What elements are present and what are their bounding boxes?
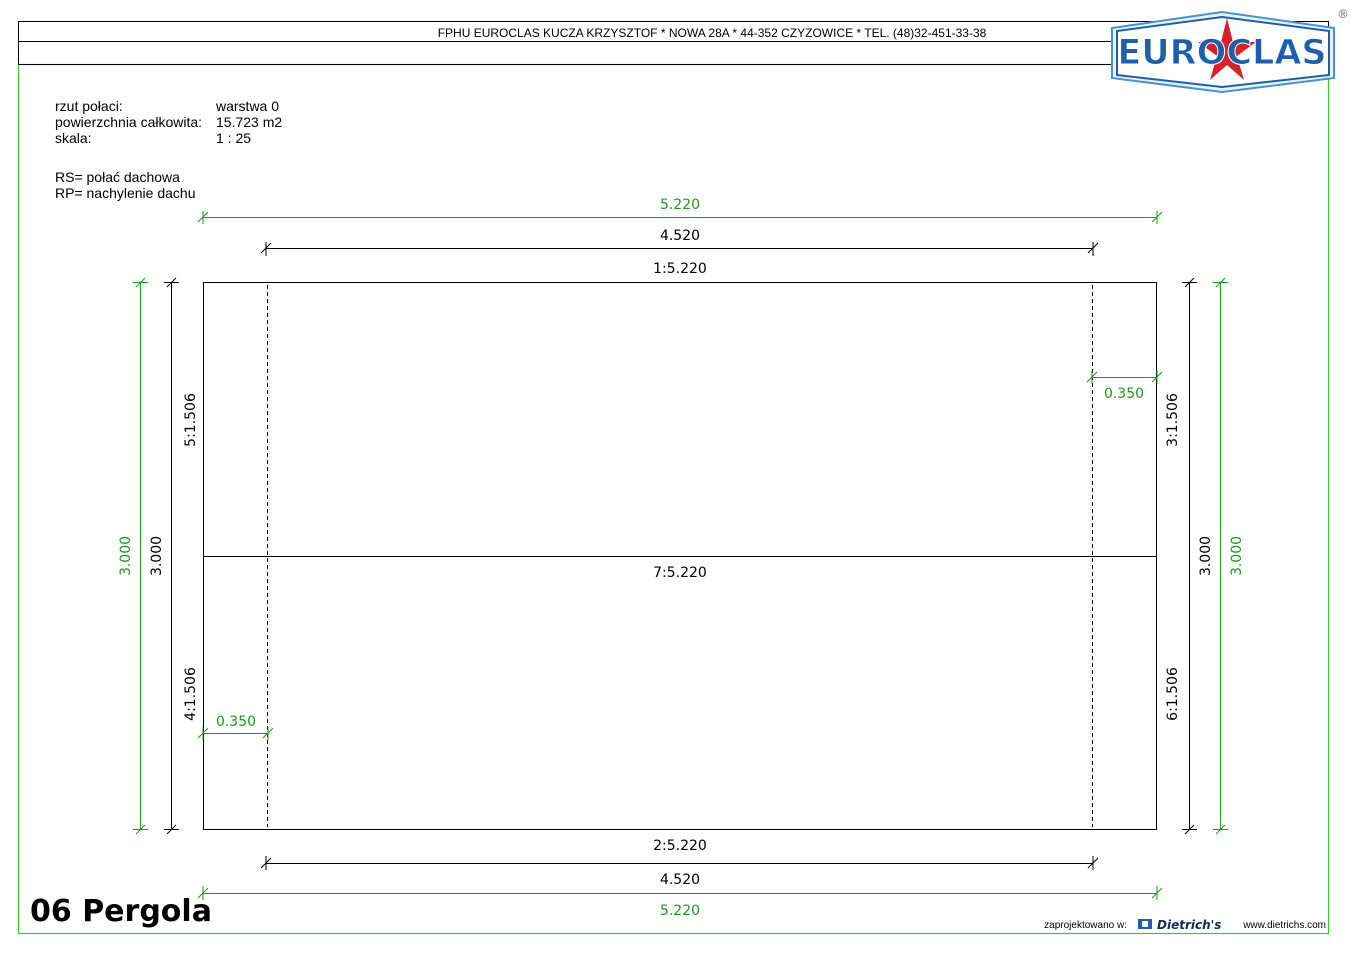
dim-top-overall: 5.220 xyxy=(197,197,1163,224)
svg-text:3.000: 3.000 xyxy=(149,536,165,576)
legend-item: RP= nachylenie dachu xyxy=(55,185,196,201)
svg-text:3.000: 3.000 xyxy=(1229,536,1245,576)
dim-bottom-inner: 4.520 xyxy=(260,856,1099,888)
edge-label-bottom: 2:5.220 xyxy=(653,838,707,854)
svg-text:5.220: 5.220 xyxy=(660,903,700,919)
dim-overhang-left: 0.350 xyxy=(197,714,274,740)
info-block: rzut połaci: warstwa 0 powierzchnia całk… xyxy=(55,98,282,201)
company-line: FPHU EUROCLAS KUCZA KRZYSZTOF * NOWA 28A… xyxy=(438,26,987,40)
dietrichs-logo-icon xyxy=(1138,919,1152,929)
info-label: rzut połaci: xyxy=(55,98,123,114)
info-value: 15.723 m2 xyxy=(216,114,282,130)
edge-label-right-lower: 6:1.506 xyxy=(1165,667,1181,721)
software-name: Dietrich's xyxy=(1157,918,1221,932)
roof-plan-drawing: FPHU EUROCLAS KUCZA KRZYSZTOF * NOWA 28A… xyxy=(17,7,1348,935)
edge-label-top: 1:5.220 xyxy=(653,261,707,277)
info-label: powierzchnia całkowita: xyxy=(55,114,202,130)
info-label: skala: xyxy=(55,130,92,146)
dim-top-inner: 4.520 xyxy=(260,228,1099,256)
svg-text:3.000: 3.000 xyxy=(118,536,134,576)
dim-left-green: 3.000 xyxy=(118,277,148,835)
legend-item: RS= połać dachowa xyxy=(55,169,180,185)
dim-bottom-overall: 5.220 xyxy=(197,886,1163,919)
edge-label-left-lower: 4:1.506 xyxy=(183,667,199,721)
svg-text:4.520: 4.520 xyxy=(660,228,700,244)
svg-text:4.520: 4.520 xyxy=(660,872,700,888)
euroclas-logo: EUROCLAS xyxy=(1111,10,1335,94)
svg-text:3.000: 3.000 xyxy=(1198,536,1214,576)
dim-right-green: 3.000 xyxy=(1213,277,1245,835)
dim-overhang-right: 0.350 xyxy=(1086,371,1163,402)
svg-text:0.350: 0.350 xyxy=(1104,386,1144,402)
svg-text:5.220: 5.220 xyxy=(660,197,700,213)
drawing-title: 06 Pergola xyxy=(30,894,212,929)
dim-right-black: 3.000 xyxy=(1182,277,1214,835)
sheet-frame xyxy=(17,63,1330,935)
dim-left-black: 3.000 xyxy=(149,277,179,835)
logo-text: EUROCLAS xyxy=(1117,33,1326,73)
info-value: 1 : 25 xyxy=(216,130,251,146)
svg-text:0.350: 0.350 xyxy=(216,714,256,730)
designed-in-label: zaprojektowano w: xyxy=(1044,920,1127,931)
registered-mark: ® xyxy=(1339,7,1348,21)
edge-label-left-upper: 5:1.506 xyxy=(183,393,199,447)
edge-label-middle: 7:5.220 xyxy=(653,565,707,581)
info-value: warstwa 0 xyxy=(215,98,279,114)
website-link[interactable]: www.dietrichs.com xyxy=(1242,920,1326,931)
edge-label-right-upper: 3:1.506 xyxy=(1165,393,1181,447)
